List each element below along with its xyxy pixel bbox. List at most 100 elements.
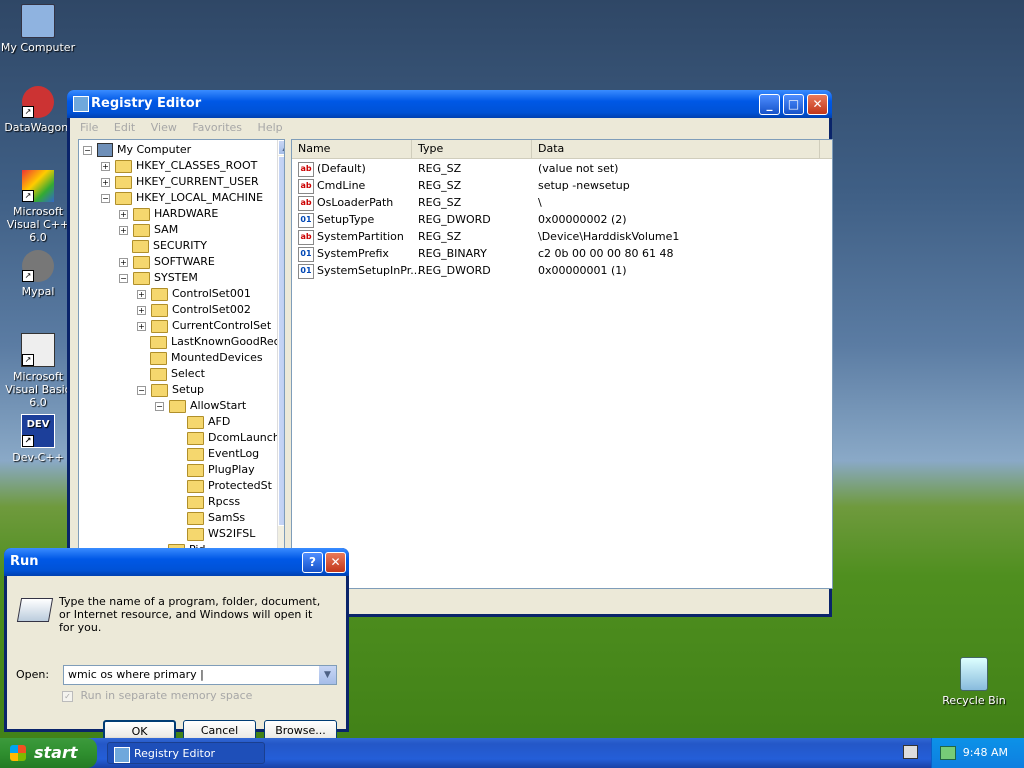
value-name: SystemPartition bbox=[317, 230, 404, 243]
desktop-icon-visual-basic[interactable]: ↗ Microsoft Visual Basic 6.0 bbox=[0, 333, 76, 409]
expand-icon[interactable]: + bbox=[137, 305, 146, 315]
expand-icon[interactable]: + bbox=[101, 177, 110, 187]
value-type: REG_SZ bbox=[418, 230, 462, 243]
chevron-down-icon[interactable]: ▼ bbox=[318, 666, 336, 684]
desktop-icon-dev-cpp[interactable]: DEV ↗ Dev-C++ bbox=[0, 414, 76, 464]
desktop-icon-label: Microsoft Visual C++ 6.0 bbox=[6, 205, 70, 244]
menu-edit[interactable]: Edit bbox=[114, 121, 135, 134]
tree-item-software[interactable]: + SOFTWARE bbox=[119, 254, 215, 270]
tree-item-hkcr[interactable]: + HKEY_CLASSES_ROOT bbox=[101, 158, 257, 174]
keyboard-icon[interactable] bbox=[903, 745, 918, 759]
folder-icon bbox=[187, 463, 204, 477]
minimize-button[interactable]: _ bbox=[759, 94, 780, 115]
desktop-icon-mypal[interactable]: ↗ Mypal bbox=[0, 250, 76, 298]
open-input[interactable]: wmic os where primary | ▼ bbox=[63, 665, 337, 685]
expand-icon[interactable]: + bbox=[101, 161, 110, 171]
expand-icon[interactable]: + bbox=[119, 257, 128, 267]
expand-icon[interactable]: + bbox=[119, 225, 128, 235]
tree-item-plugplay[interactable]: PlugPlay bbox=[187, 462, 255, 478]
clock[interactable]: 9:48 AM bbox=[963, 746, 1008, 759]
tree-item-controlset001[interactable]: + ControlSet001 bbox=[137, 286, 251, 302]
tree-item-dcomlaunch[interactable]: DcomLaunch bbox=[187, 430, 280, 446]
tree-item-allowstart[interactable]: − AllowStart bbox=[155, 398, 246, 414]
value-data: \Device\HarddiskVolume1 bbox=[538, 230, 680, 243]
tree-item-samss[interactable]: SamSs bbox=[187, 510, 245, 526]
folder-icon bbox=[187, 479, 204, 493]
tree-item-eventlog[interactable]: EventLog bbox=[187, 446, 259, 462]
value-name: SystemPrefix bbox=[317, 247, 389, 260]
tree-item-sam[interactable]: + SAM bbox=[119, 222, 178, 238]
list-item[interactable]: 01 SystemPrefix bbox=[298, 245, 389, 262]
tree-item-lastknowngood[interactable]: LastKnownGoodRec bbox=[150, 334, 280, 350]
taskbar-item-registry-editor[interactable]: Registry Editor bbox=[107, 742, 265, 764]
registry-titlebar[interactable]: Registry Editor _ □ ✕ bbox=[67, 90, 832, 118]
tree-item-hardware[interactable]: + HARDWARE bbox=[119, 206, 218, 222]
folder-icon bbox=[187, 527, 204, 541]
maximize-button[interactable]: □ bbox=[783, 94, 804, 115]
registry-app-icon bbox=[114, 747, 130, 763]
tree-item-hkcu[interactable]: + HKEY_CURRENT_USER bbox=[101, 174, 259, 190]
collapse-icon[interactable]: − bbox=[155, 401, 164, 411]
list-item[interactable]: 01 SystemSetupInPr... bbox=[298, 262, 421, 279]
tree-item-rpcss[interactable]: Rpcss bbox=[187, 494, 240, 510]
folder-icon bbox=[187, 495, 204, 509]
column-header-data[interactable]: Data bbox=[532, 140, 820, 158]
menu-help[interactable]: Help bbox=[258, 121, 283, 134]
run-title: Run bbox=[10, 554, 39, 569]
desktop-icon-my-computer[interactable]: My Computer bbox=[0, 4, 76, 54]
expand-icon[interactable]: + bbox=[119, 209, 128, 219]
tree-item-mounteddevices[interactable]: MountedDevices bbox=[150, 350, 263, 366]
run-titlebar[interactable]: Run ? ✕ bbox=[4, 548, 349, 576]
network-icon[interactable] bbox=[940, 746, 956, 760]
list-item[interactable]: ab OsLoaderPath bbox=[298, 194, 393, 211]
tree-item-currentcontrolset[interactable]: + CurrentControlSet bbox=[137, 318, 271, 334]
scroll-thumb[interactable] bbox=[278, 156, 284, 526]
start-label: start bbox=[34, 743, 78, 762]
list-item[interactable]: ab SystemPartition bbox=[298, 228, 404, 245]
folder-icon bbox=[187, 447, 204, 461]
tree-item-setup[interactable]: − Setup bbox=[137, 382, 204, 398]
collapse-icon[interactable]: − bbox=[101, 193, 110, 203]
list-item[interactable]: ab CmdLine bbox=[298, 177, 365, 194]
expand-icon[interactable]: + bbox=[137, 289, 146, 299]
checkbox-icon[interactable]: ✓ bbox=[62, 690, 73, 702]
desktop-icon-visual-cpp[interactable]: ↗ Microsoft Visual C++ 6.0 bbox=[0, 170, 76, 244]
close-button[interactable]: ✕ bbox=[807, 94, 828, 115]
value-data: 0x00000002 (2) bbox=[538, 213, 627, 226]
tree-item-my-computer[interactable]: − My Computer bbox=[83, 142, 191, 158]
desktop-icon-label: Microsoft Visual Basic 6.0 bbox=[5, 370, 71, 409]
column-header-type[interactable]: Type bbox=[412, 140, 532, 158]
list-item[interactable]: 01 SetupType bbox=[298, 211, 374, 228]
tree-item-controlset002[interactable]: + ControlSet002 bbox=[137, 302, 251, 318]
list-item[interactable]: ab (Default) bbox=[298, 160, 366, 177]
expand-icon[interactable]: + bbox=[137, 321, 146, 331]
tree-item-system[interactable]: − SYSTEM bbox=[119, 270, 198, 286]
close-button[interactable]: ✕ bbox=[325, 552, 346, 573]
value-type: REG_SZ bbox=[418, 162, 462, 175]
value-data: 0x00000001 (1) bbox=[538, 264, 627, 277]
folder-open-icon bbox=[151, 383, 168, 397]
tree-item-protectedst[interactable]: ProtectedSt bbox=[187, 478, 272, 494]
collapse-icon[interactable]: − bbox=[119, 273, 128, 283]
tree-scrollbar[interactable]: ▲ bbox=[277, 140, 284, 568]
desktop-icon-datawagon[interactable]: ↗ DataWagon. bbox=[0, 86, 76, 134]
tree-label: AFD bbox=[208, 415, 231, 428]
scroll-up-icon[interactable]: ▲ bbox=[278, 140, 284, 155]
string-value-icon: ab bbox=[298, 229, 314, 245]
tree-item-security[interactable]: SECURITY bbox=[132, 238, 207, 254]
column-header-name[interactable]: Name bbox=[292, 140, 412, 158]
collapse-icon[interactable]: − bbox=[83, 145, 92, 155]
desktop-icon-recycle-bin[interactable]: Recycle Bin bbox=[936, 657, 1012, 707]
start-button[interactable]: start bbox=[0, 738, 97, 768]
folder-icon bbox=[151, 303, 168, 317]
menu-view[interactable]: View bbox=[151, 121, 177, 134]
tree-item-ws2ifsl[interactable]: WS2IFSL bbox=[187, 526, 255, 542]
menu-favorites[interactable]: Favorites bbox=[192, 121, 242, 134]
menu-file[interactable]: File bbox=[80, 121, 98, 134]
tree-item-select[interactable]: Select bbox=[150, 366, 205, 382]
tree-item-afd[interactable]: AFD bbox=[187, 414, 230, 430]
tree-item-hklm[interactable]: − HKEY_LOCAL_MACHINE bbox=[101, 190, 263, 206]
help-button[interactable]: ? bbox=[302, 552, 323, 573]
collapse-icon[interactable]: − bbox=[137, 385, 146, 395]
open-input-value: wmic os where primary | bbox=[68, 668, 204, 681]
